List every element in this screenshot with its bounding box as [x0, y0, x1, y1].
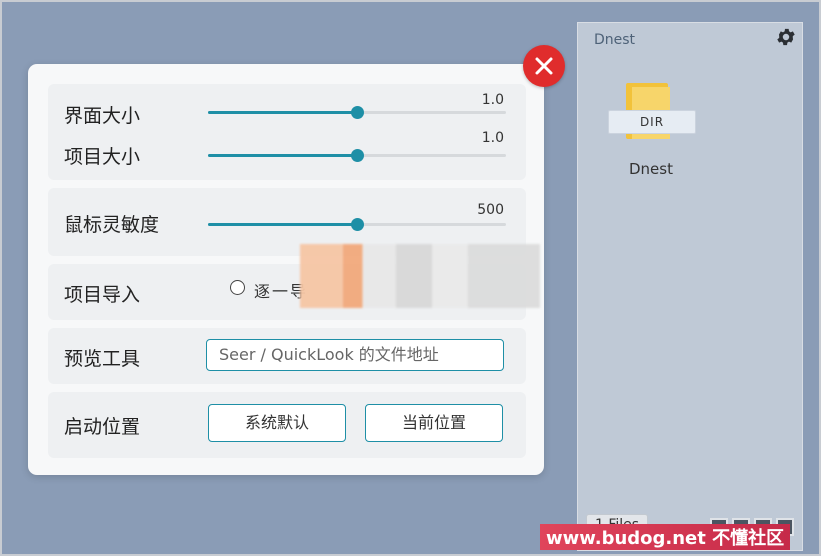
folder-name: Dnest [629, 160, 673, 178]
mouse-sensitivity-slider[interactable] [208, 214, 506, 234]
slider-fill [208, 111, 357, 114]
size-section: 界面大小 1.0 项目大小 1.0 [48, 84, 526, 180]
system-default-button[interactable]: 系统默认 [208, 404, 346, 442]
current-position-button[interactable]: 当前位置 [365, 404, 503, 442]
desktop-panel: Dnest DIR Dnest 1 Files [577, 22, 803, 551]
ui-size-slider[interactable] [208, 102, 506, 122]
preview-tool-input[interactable]: Seer / QuickLook 的文件地址 [206, 339, 504, 371]
item-import-label: 项目导入 [64, 284, 141, 306]
startup-position-section: 启动位置 系统默认 当前位置 [48, 392, 526, 458]
folder-item[interactable]: DIR Dnest [608, 83, 698, 183]
settings-dialog: 界面大小 1.0 项目大小 1.0 鼠标灵敏度 500 项目导入 逐一导 预览工… [28, 64, 544, 475]
item-size-value: 1.0 [481, 130, 504, 146]
item-import-section: 项目导入 逐一导 [48, 244, 540, 320]
slider-fill [208, 154, 357, 157]
panel-title: Dnest [594, 32, 636, 48]
watermark: www.budog.net 不懂社区 [540, 524, 791, 550]
startup-position-label: 启动位置 [64, 416, 141, 438]
item-size-slider[interactable] [208, 145, 506, 165]
preview-tool-label: 预览工具 [64, 348, 141, 370]
slider-thumb[interactable] [351, 218, 364, 231]
mosaic-blur [300, 244, 540, 308]
dir-badge: DIR [608, 110, 696, 134]
slider-fill [208, 223, 357, 226]
ui-size-label: 界面大小 [64, 105, 141, 127]
slider-thumb[interactable] [351, 149, 364, 162]
item-size-label: 项目大小 [64, 146, 141, 168]
slider-thumb[interactable] [351, 106, 364, 119]
preview-tool-section: 预览工具 Seer / QuickLook 的文件地址 [48, 328, 526, 384]
import-one-by-one-radio[interactable] [230, 280, 245, 295]
mouse-sensitivity-label: 鼠标灵敏度 [64, 214, 160, 236]
gear-icon[interactable] [775, 26, 797, 48]
close-icon [535, 57, 553, 75]
close-button[interactable] [523, 45, 565, 87]
